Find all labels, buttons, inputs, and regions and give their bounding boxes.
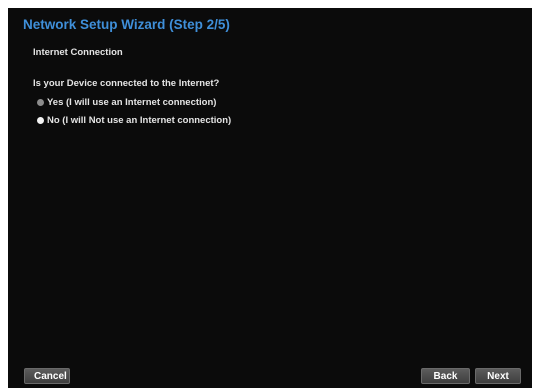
cancel-button[interactable]: Cancel	[24, 368, 70, 384]
next-button[interactable]: Next	[475, 368, 521, 384]
wizard-title: Network Setup Wizard (Step 2/5)	[23, 17, 230, 32]
radio-unselected-icon	[37, 116, 44, 124]
option-no-radio[interactable]: No (I will Not use an Internet connectio…	[37, 114, 231, 126]
option-yes-radio[interactable]: Yes (I will use an Internet connection)	[37, 96, 216, 108]
option-yes-label: Yes (I will use an Internet connection)	[47, 96, 217, 108]
section-label: Internet Connection	[33, 47, 123, 58]
radio-selected-icon	[37, 98, 44, 106]
back-button[interactable]: Back	[421, 368, 470, 384]
option-no-label: No (I will Not use an Internet connectio…	[47, 114, 232, 126]
wizard-window: Network Setup Wizard (Step 2/5) Internet…	[8, 8, 532, 388]
question-text: Is your Device connected to the Internet…	[33, 78, 220, 89]
